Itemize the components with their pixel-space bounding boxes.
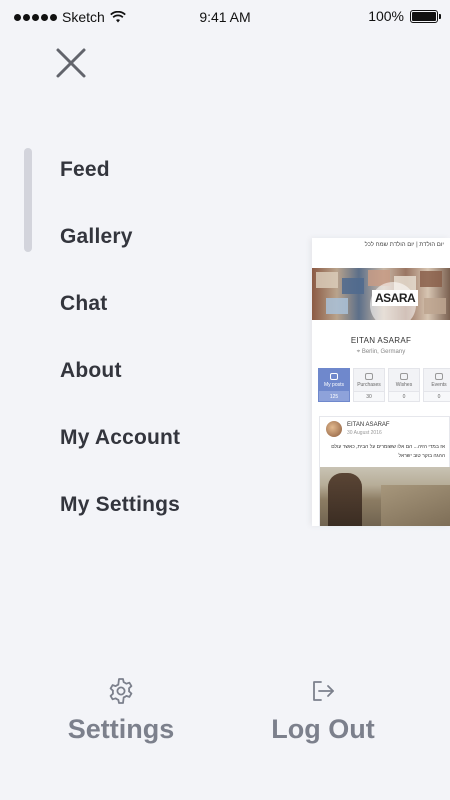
preview-stat-my-posts: My posts 125 (318, 368, 350, 402)
preview-post-image (320, 467, 450, 526)
preview-stat-events: Events 0 (423, 368, 450, 402)
preview-stat-count: 125 (319, 391, 349, 401)
preview-stat-label: Purchases (357, 382, 381, 388)
preview-post-card: EITAN ASARAF 30 August 2016 אז במדי הזיה… (319, 416, 450, 526)
preview-post-author: EITAN ASARAF (347, 422, 390, 428)
preview-stat-count: 0 (424, 391, 450, 401)
logout-icon (313, 681, 334, 701)
preview-stats: My posts 125 Purchases 30 Wishes 0 Event… (318, 368, 450, 402)
preview-stat-label: My posts (323, 382, 344, 388)
menu-item-feed[interactable]: Feed (60, 136, 290, 203)
send-icon (330, 373, 338, 380)
preview-stat-count: 0 (389, 391, 419, 401)
close-icon (56, 48, 86, 78)
heart-icon (400, 373, 408, 380)
preview-stat-purchases: Purchases 30 (353, 368, 385, 402)
logout-button[interactable]: Log Out (243, 676, 403, 745)
gear-icon (109, 678, 133, 704)
menu-scroll-indicator (24, 148, 32, 252)
bag-icon (365, 373, 373, 380)
preview-post-text: אז במדי הזיה... הם אלו ששומרים על הבית, … (324, 443, 445, 461)
preview-post-text-line: ההגה בוקר טוב ישראל (398, 453, 445, 459)
preview-brand-logo: ASARA (372, 290, 419, 306)
preview-post-text-line: אז במדי הזיה... הם אלו ששומרים על הבית, … (331, 444, 445, 450)
preview-post-avatar (326, 421, 342, 437)
preview-header-text: יום הולדת | יום הולדת שמח לכל (312, 238, 450, 268)
battery-percent: 100% (368, 8, 404, 24)
menu-item-my-settings[interactable]: My Settings (60, 471, 290, 538)
logout-label: Log Out (271, 714, 375, 744)
menu-item-chat[interactable]: Chat (60, 270, 290, 337)
preview-location-text: Berlin, Germany (361, 349, 406, 355)
preview-location: ⌖ Berlin, Germany (312, 349, 450, 356)
settings-label: Settings (67, 714, 175, 744)
preview-stat-count: 30 (354, 391, 384, 401)
preview-stat-label: Events (431, 382, 447, 388)
preview-stat-wishes: Wishes 0 (388, 368, 420, 402)
main-screen-preview[interactable]: יום הולדת | יום הולדת שמח לכל ASARA EITA… (312, 238, 450, 526)
status-bar-right: 100% (368, 8, 441, 24)
battery-icon (410, 9, 441, 23)
calendar-icon (435, 373, 443, 380)
menu-item-about[interactable]: About (60, 337, 290, 404)
side-menu: Feed Gallery Chat About My Account My Se… (60, 136, 290, 538)
menu-item-gallery[interactable]: Gallery (60, 203, 290, 270)
status-bar: Sketch 9:41 AM 100% (0, 0, 450, 34)
preview-post-date: 30 August 2016 (347, 430, 382, 436)
settings-button[interactable]: Settings (41, 676, 201, 745)
menu-item-my-account[interactable]: My Account (60, 404, 290, 471)
preview-profile-name: EITAN ASARAF (350, 336, 412, 345)
close-button[interactable] (54, 46, 88, 80)
preview-stat-label: Wishes (395, 382, 413, 388)
